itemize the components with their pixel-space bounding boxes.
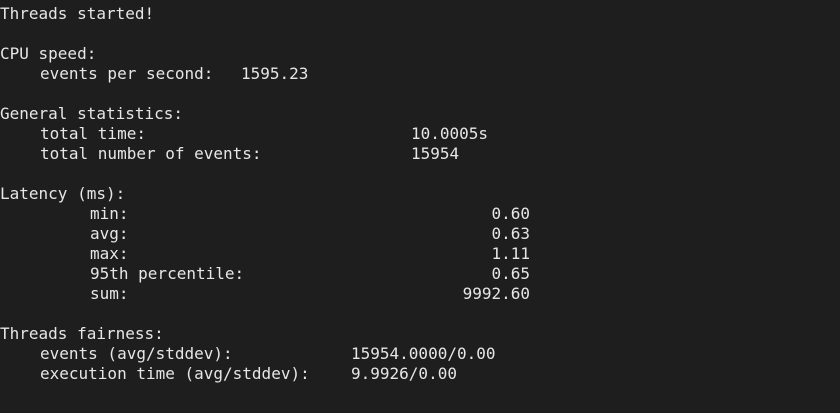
total-time-value: 10.0005s bbox=[411, 124, 489, 143]
output-line: sum: 9992.60 bbox=[0, 284, 840, 304]
events-per-second-label: events per second: bbox=[40, 64, 214, 83]
output-line: CPU speed: bbox=[0, 44, 840, 64]
latency-sum-label: sum: bbox=[90, 284, 129, 303]
output-line: events (avg/stddev): 15954.0000/0.00 bbox=[0, 344, 840, 364]
cpu-speed-heading: CPU speed: bbox=[0, 44, 97, 63]
output-line: General statistics: bbox=[0, 104, 840, 124]
output-line: avg: 0.63 bbox=[0, 224, 840, 244]
events-per-second-value: 1595.23 bbox=[241, 64, 309, 83]
latency-min-value: 0.60 bbox=[491, 204, 530, 223]
threads-started-text: Threads started! bbox=[0, 4, 155, 23]
total-time-label: total time: bbox=[40, 124, 146, 143]
general-statistics-heading: General statistics: bbox=[0, 104, 184, 123]
fairness-events-label: events (avg/stddev): bbox=[40, 344, 233, 363]
total-events-label: total number of events: bbox=[40, 144, 262, 163]
latency-avg-value: 0.63 bbox=[491, 224, 530, 243]
latency-max-value: 1.11 bbox=[491, 244, 530, 263]
output-line: execution time (avg/stddev): 9.9926/0.00 bbox=[0, 364, 840, 384]
output-line: total number of events: 15954 bbox=[0, 144, 840, 164]
output-line: Threads started! bbox=[0, 4, 840, 24]
output-line: Threads fairness: bbox=[0, 324, 840, 344]
output-line: Latency (ms): bbox=[0, 184, 840, 204]
output-line: max: 1.11 bbox=[0, 244, 840, 264]
latency-max-label: max: bbox=[90, 244, 129, 263]
latency-min-label: min: bbox=[90, 204, 129, 223]
terminal-window[interactable]: Threads started! CPU speed: events per s… bbox=[0, 0, 840, 413]
latency-p95-label: 95th percentile: bbox=[90, 264, 245, 283]
latency-sum-value: 9992.60 bbox=[462, 284, 530, 303]
latency-avg-label: avg: bbox=[90, 224, 129, 243]
output-line: events per second: 1595.23 bbox=[0, 64, 840, 84]
threads-fairness-heading: Threads fairness: bbox=[0, 324, 164, 343]
output-line: total time: 10.0005s bbox=[0, 124, 840, 144]
output-line: 95th percentile: 0.65 bbox=[0, 264, 840, 284]
output-line: min: 0.60 bbox=[0, 204, 840, 224]
fairness-events-value: 15954.0000/0.00 bbox=[351, 344, 496, 363]
fairness-exec-time-value: 9.9926/0.00 bbox=[351, 364, 457, 383]
fairness-exec-time-label: execution time (avg/stddev): bbox=[40, 364, 310, 383]
total-events-value: 15954 bbox=[411, 144, 460, 163]
latency-heading: Latency (ms): bbox=[0, 184, 126, 203]
latency-p95-value: 0.65 bbox=[491, 264, 530, 283]
